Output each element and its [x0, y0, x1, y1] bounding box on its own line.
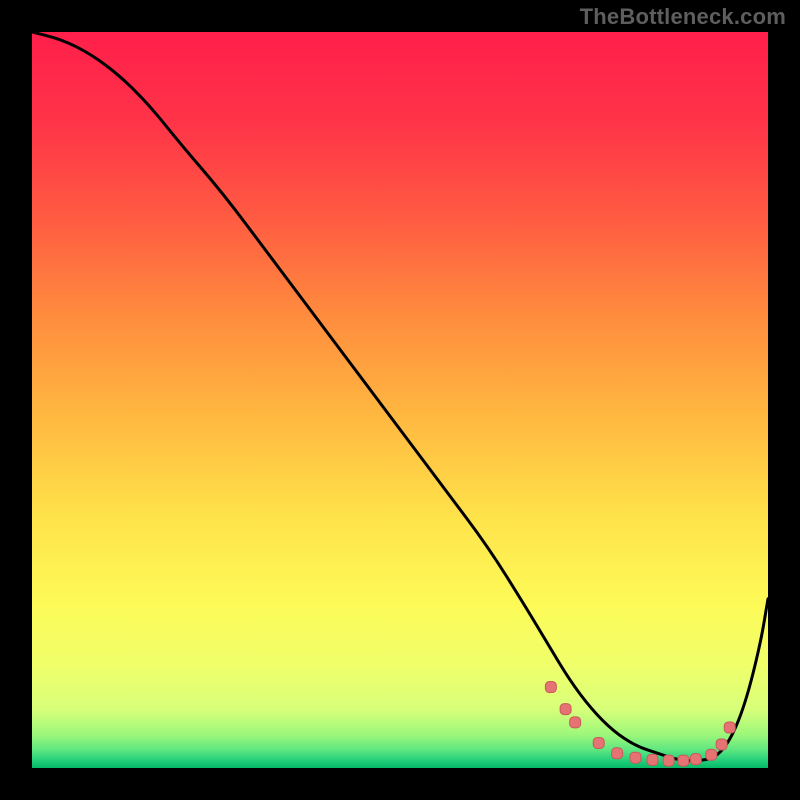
curve-marker	[716, 739, 727, 750]
curve-marker	[647, 754, 658, 765]
curve-marker	[593, 737, 604, 748]
curve-marker	[570, 717, 581, 728]
curve-marker	[678, 755, 689, 766]
curve-marker	[545, 682, 556, 693]
curve-marker	[690, 754, 701, 765]
curve-marker	[560, 704, 571, 715]
plot-area	[32, 32, 768, 768]
chart-stage: TheBottleneck.com	[0, 0, 800, 800]
gradient-background	[32, 32, 768, 768]
curve-marker	[630, 752, 641, 763]
curve-marker	[612, 748, 623, 759]
curve-marker	[706, 749, 717, 760]
curve-marker	[663, 755, 674, 766]
curve-marker	[724, 722, 735, 733]
chart-svg	[32, 32, 768, 768]
watermark-text: TheBottleneck.com	[580, 4, 786, 30]
